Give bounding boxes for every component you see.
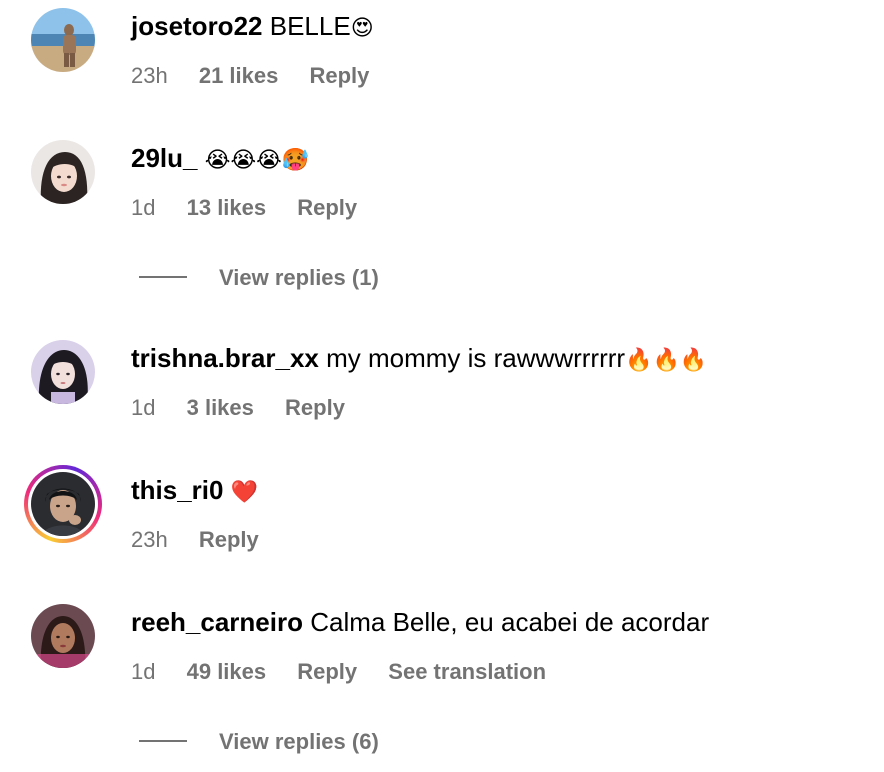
comment-text-line: reeh_carneiro Calma Belle, eu acabei de … <box>131 606 709 638</box>
avatar[interactable] <box>31 472 95 536</box>
comment-text-line: josetoro22 BELLE😍 <box>131 10 374 45</box>
emoji-crying-hot: 😭😭😭🥵 <box>204 148 310 173</box>
timestamp[interactable]: 1d <box>131 659 155 684</box>
timestamp[interactable]: 23h <box>131 527 168 552</box>
comment-text-line: trishna.brar_xx my mommy is rawwwrrrrrr🔥… <box>131 342 707 377</box>
comment-text: Calma Belle, eu acabei de acordar <box>310 607 710 637</box>
see-translation-button[interactable]: See translation <box>388 659 546 684</box>
timestamp[interactable]: 23h <box>131 63 168 88</box>
view-replies-button[interactable]: View replies (1) <box>139 264 379 292</box>
reply-button[interactable]: Reply <box>285 395 345 420</box>
comment-meta: 1d 3 likes Reply <box>131 394 370 422</box>
comment-text: my mommy is rawwwrrrrrr <box>326 343 626 373</box>
avatar[interactable] <box>31 8 95 72</box>
view-replies-label: View replies (6) <box>219 729 379 754</box>
username-link[interactable]: josetoro22 <box>131 11 263 41</box>
username-link[interactable]: this_ri0 <box>131 475 224 505</box>
comment-text: BELLE <box>269 11 351 41</box>
divider-dash <box>139 276 187 279</box>
likes-count-button[interactable]: 13 likes <box>187 195 267 220</box>
view-replies-button[interactable]: View replies (6) <box>139 728 379 756</box>
username-link[interactable]: 29lu_ <box>131 143 198 173</box>
emoji-red-heart: ❤️ <box>230 480 259 505</box>
reply-button[interactable]: Reply <box>309 63 369 88</box>
reply-button[interactable]: Reply <box>297 659 357 684</box>
divider-dash <box>139 740 187 743</box>
likes-count-button[interactable]: 3 likes <box>187 395 254 420</box>
comment-text-line: 29lu_ 😭😭😭🥵 <box>131 142 309 177</box>
avatar[interactable] <box>31 340 95 404</box>
avatar[interactable] <box>31 140 95 204</box>
comment-meta: 1d 49 likes Reply See translation <box>131 658 571 686</box>
emoji-fire: 🔥🔥🔥 <box>625 348 708 373</box>
username-link[interactable]: reeh_carneiro <box>131 607 303 637</box>
story-ring[interactable] <box>24 465 102 543</box>
username-link[interactable]: trishna.brar_xx <box>131 343 319 373</box>
comment-meta: 23h 21 likes Reply <box>131 62 394 90</box>
likes-count-button[interactable]: 49 likes <box>187 659 267 684</box>
comment-meta: 23h Reply <box>131 526 284 554</box>
avatar[interactable] <box>31 604 95 668</box>
emoji-heart-eyes: 😍 <box>350 16 374 41</box>
reply-button[interactable]: Reply <box>297 195 357 220</box>
timestamp[interactable]: 1d <box>131 395 155 420</box>
likes-count-button[interactable]: 21 likes <box>199 63 279 88</box>
reply-button[interactable]: Reply <box>199 527 259 552</box>
view-replies-label: View replies (1) <box>219 265 379 290</box>
comment-text-line: this_ri0 ❤️ <box>131 474 258 509</box>
timestamp[interactable]: 1d <box>131 195 155 220</box>
comment-meta: 1d 13 likes Reply <box>131 194 382 222</box>
